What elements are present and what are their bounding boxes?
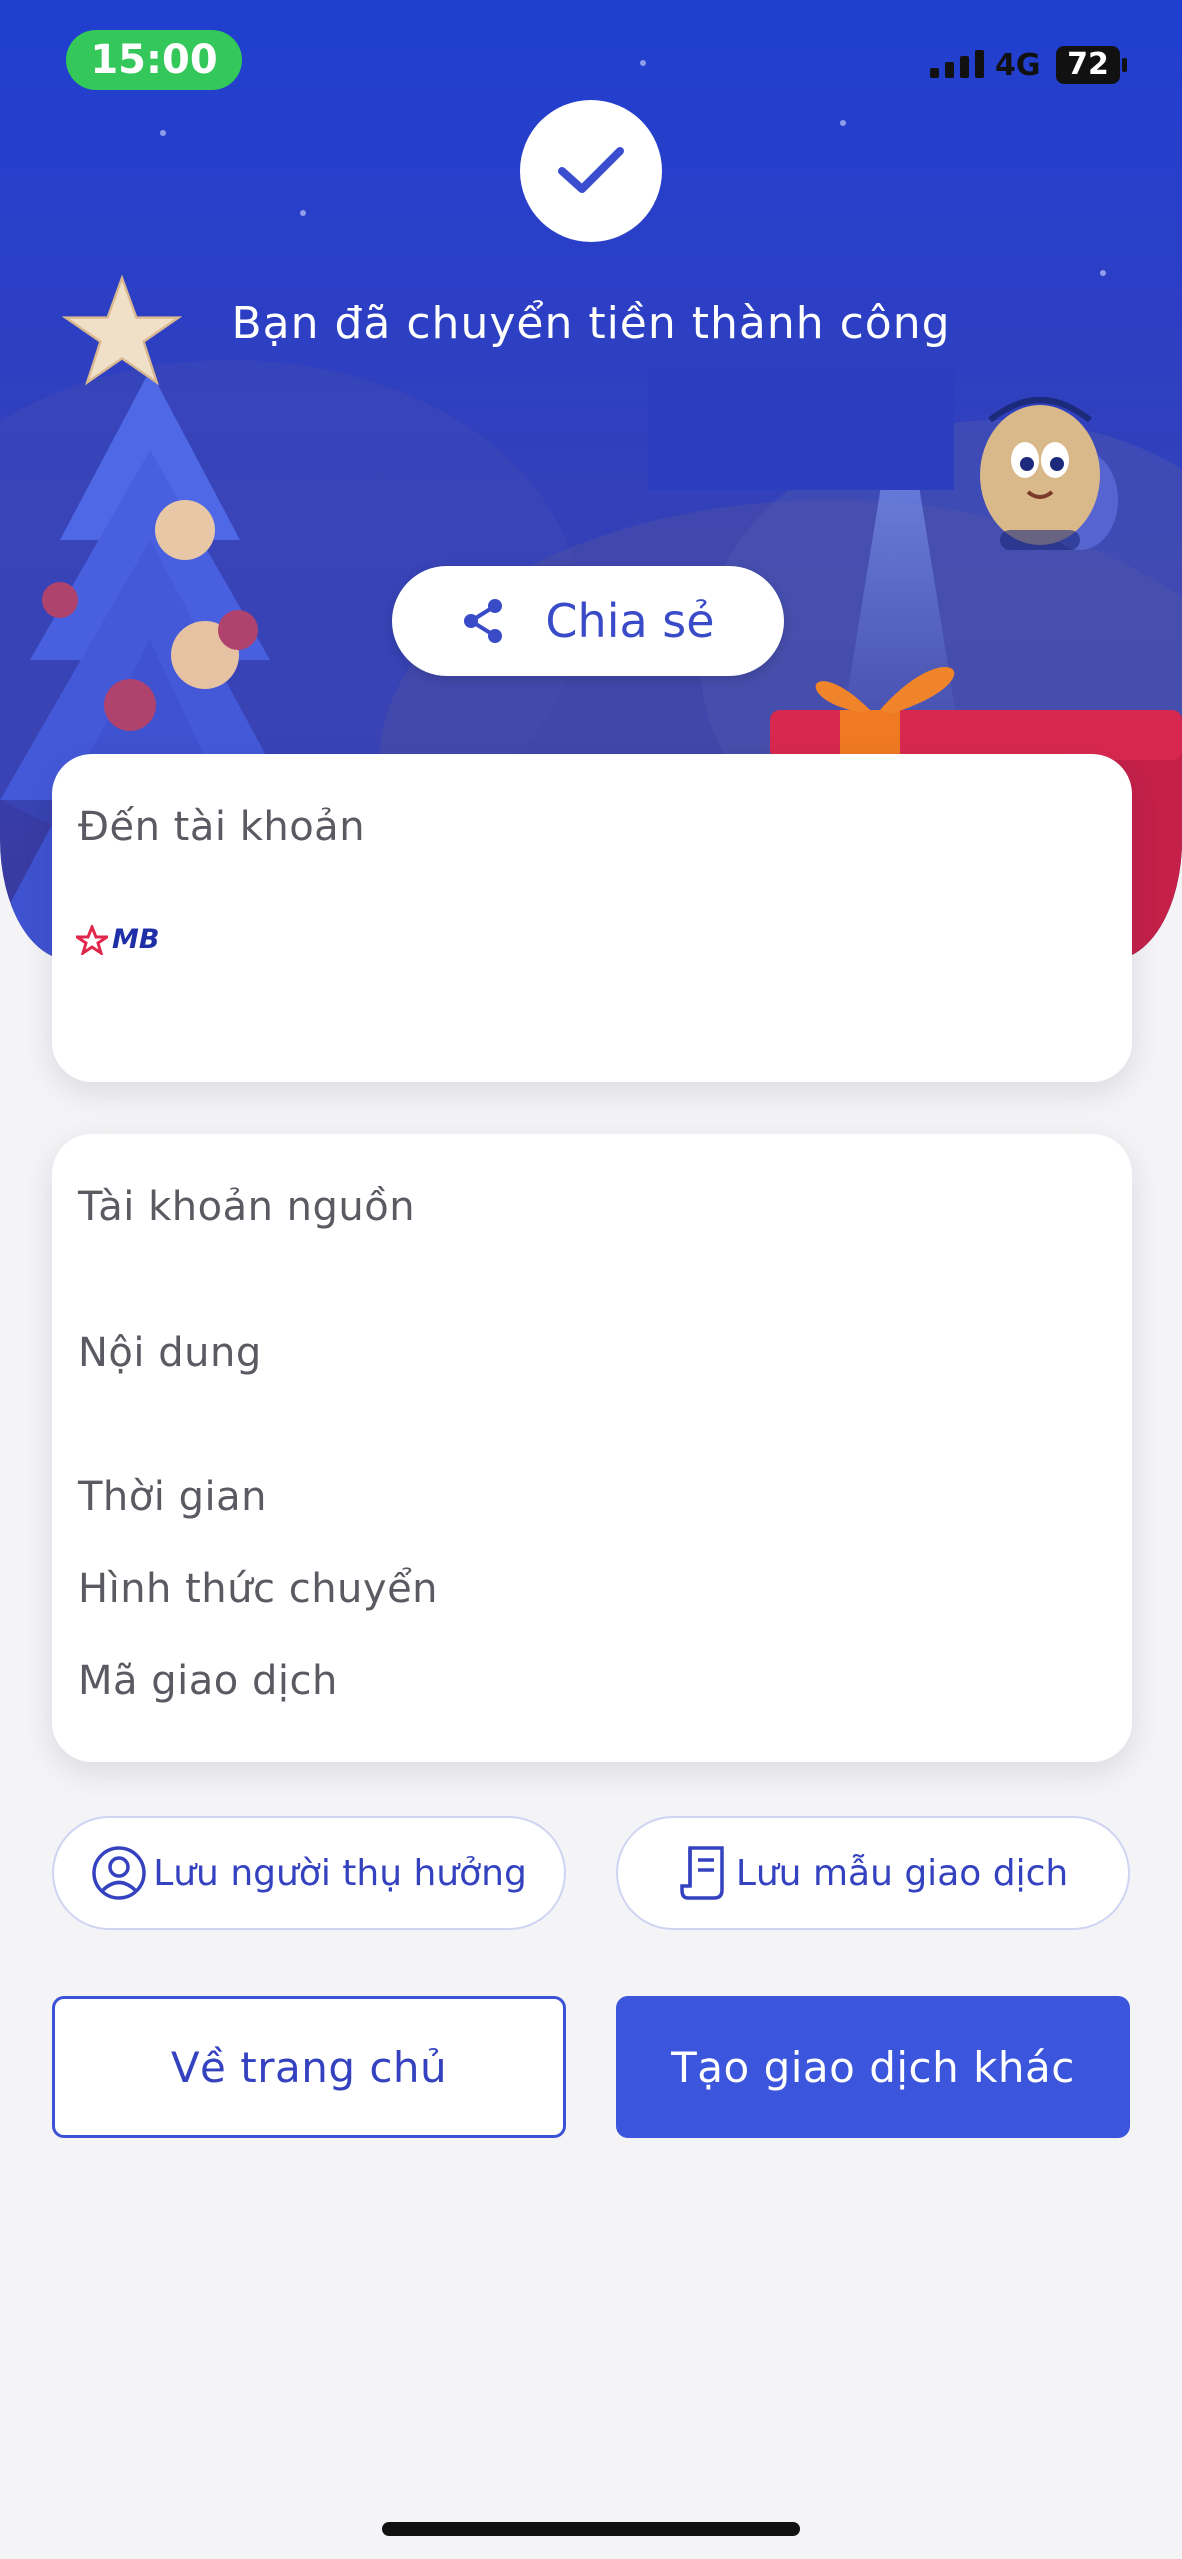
masked-amount-area bbox=[648, 368, 954, 490]
battery-cap bbox=[1122, 58, 1127, 72]
snowflake bbox=[640, 60, 646, 66]
snowflake bbox=[840, 120, 846, 126]
mb-star-icon bbox=[76, 924, 108, 955]
battery-icon: 72 bbox=[1056, 46, 1120, 84]
network-type: 4G bbox=[995, 48, 1041, 83]
share-icon bbox=[464, 599, 503, 643]
snowflake bbox=[300, 210, 306, 216]
home-button[interactable]: Về trang chủ bbox=[52, 1996, 566, 2138]
status-time: 15:00 bbox=[66, 30, 242, 90]
save-template-label: Lưu mẫu giao dịch bbox=[735, 1852, 1069, 1894]
share-label: Chia sẻ bbox=[545, 594, 715, 648]
home-indicator[interactable] bbox=[382, 2522, 800, 2536]
detail-label-transfer-method: Hình thức chuyển bbox=[78, 1566, 439, 1612]
new-transaction-button[interactable]: Tạo giao dịch khác bbox=[616, 1996, 1130, 2138]
success-badge bbox=[520, 100, 662, 242]
share-button[interactable]: Chia sẻ bbox=[392, 566, 784, 676]
save-template-button[interactable]: Lưu mẫu giao dịch bbox=[616, 1816, 1130, 1930]
recipient-label: Đến tài khoản bbox=[78, 804, 366, 850]
snowflake bbox=[1100, 270, 1106, 276]
success-message: Bạn đã chuyển tiền thành công bbox=[231, 298, 951, 349]
save-beneficiary-button[interactable]: Lưu người thụ hưởng bbox=[52, 1816, 566, 1930]
signal-icon bbox=[930, 50, 984, 78]
check-icon bbox=[558, 147, 624, 193]
receipt-icon bbox=[680, 1846, 724, 1900]
user-circle-icon bbox=[92, 1846, 146, 1900]
detail-label-content: Nội dung bbox=[78, 1330, 262, 1376]
transaction-details-card: Tài khoản nguồn Nội dung Thời gian Hình … bbox=[52, 1134, 1132, 1762]
recipient-card: Đến tài khoản MB bbox=[52, 754, 1132, 1082]
bee-mascot-illustration bbox=[980, 397, 1118, 550]
detail-label-time: Thời gian bbox=[78, 1474, 267, 1520]
snowflake bbox=[160, 130, 166, 136]
bank-name: MB bbox=[112, 924, 160, 955]
bank-logo: MB bbox=[76, 924, 159, 955]
detail-label-source-account: Tài khoản nguồn bbox=[78, 1184, 416, 1230]
save-beneficiary-label: Lưu người thụ hưởng bbox=[153, 1852, 527, 1894]
detail-label-transaction-id: Mã giao dịch bbox=[78, 1658, 338, 1704]
